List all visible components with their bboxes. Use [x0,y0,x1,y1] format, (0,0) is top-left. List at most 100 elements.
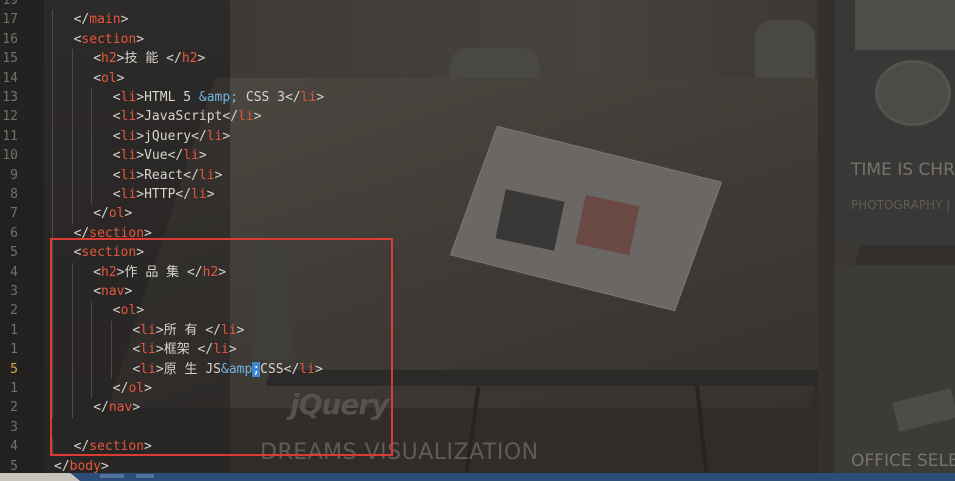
code-text[interactable]: </main> [74,10,129,29]
indent-guide [71,49,73,69]
indent-guide [52,10,53,30]
code-token: < [112,148,121,164]
code-token: > [222,128,231,144]
code-text[interactable]: <li>Vue</li> [113,146,207,165]
code-token: > [136,187,145,202]
code-text[interactable]: <h2>技 能 </h2> [93,49,205,68]
code-token: > [124,206,133,222]
code-token: > [136,109,145,125]
code-token: > [136,90,145,105]
html-tag-name: li [120,109,137,125]
html-tag-name: li [183,148,199,164]
indent-guide [91,165,93,185]
code-text[interactable]: <li>jQuery</li> [113,127,230,146]
code-text[interactable]: </ol> [93,204,132,223]
code-token: < [112,109,121,125]
code-token: < [93,70,102,86]
code-token: HTML 5 [144,90,199,105]
code-token: JavaScript [144,109,223,125]
indent-guide [52,165,53,185]
code-token: > [136,128,145,144]
code-line[interactable]: 12 <li>JavaScript</li> [0,107,400,127]
code-line[interactable]: 13 <li>HTML 5 &amp; CSS 3</li> [0,88,400,108]
html-tag-name: section [81,31,137,47]
line-number: 11 [2,128,18,144]
indent-guide [71,185,73,205]
code-line[interactable]: 8 <li>HTTP</li> [0,185,400,205]
line-number: 5 [10,245,18,261]
indent-guide [71,126,73,147]
mode-indicator [0,473,80,481]
code-token: > [116,51,125,67]
line-number: 9 [10,167,18,183]
portfolio-tile[interactable]: TIME IS CHRO PHOTOGRAPHY | [835,0,955,245]
indent-guide [52,185,53,205]
code-line[interactable]: 17 </main> [0,10,400,30]
code-token: CSS 3 [238,90,286,105]
line-number: 19 [2,0,18,8]
line-number: 5 [10,361,18,377]
line-number: 16 [2,31,18,47]
code-token: > [136,148,145,164]
line-number: 13 [2,90,18,105]
html-tag-name: li [120,167,137,183]
portfolio-tile[interactable]: OFFICE SELEC [835,265,955,481]
indent-guide [71,88,73,108]
tile-category: PHOTOGRAPHY | [851,198,951,212]
code-line[interactable]: 11 <li>jQuery</li> [0,126,400,147]
code-text[interactable]: <li>JavaScript</li> [113,107,262,126]
code-token: > [316,90,325,105]
html-tag-name: li [120,128,137,144]
code-line[interactable]: 9 <li>React</li> [0,165,400,185]
indent-guide [52,204,53,224]
line-number: 6 [10,225,18,241]
indent-guide [71,165,73,185]
chair-image [755,20,815,80]
line-number: 4 [10,439,18,455]
code-token: > [253,109,262,125]
code-text[interactable]: <section> [74,30,144,49]
code-token: </ [54,458,70,474]
code-token: </ [93,206,109,222]
code-token: </ [191,128,207,144]
line-number: 1 [10,381,18,396]
tile-image [892,388,955,432]
line-number: 1 [10,322,18,338]
html-tag-name: li [238,109,254,125]
indent-guide [52,88,53,108]
code-line[interactable]: 14 <ol> [0,68,400,88]
code-text[interactable]: <li>HTML 5 &amp; CSS 3</li> [113,88,324,107]
code-token: </ [167,148,184,164]
code-line[interactable]: 15 <h2>技 能 </h2> [0,49,400,69]
code-token: < [112,128,121,144]
code-token: Vue [144,148,168,164]
tile-gap [818,0,835,481]
indent-guide [52,49,53,69]
line-number: 2 [10,303,18,319]
code-text[interactable]: <li>React</li> [113,166,223,185]
code-line[interactable]: 19 [0,0,400,10]
code-text[interactable]: <ol> [93,69,124,88]
line-number: 3 [10,284,18,299]
indent-guide [52,68,53,88]
device-image [855,0,955,50]
code-line[interactable]: 10 <li>Vue</li> [0,146,400,166]
line-number: 2 [10,400,18,416]
html-tag-name: li [300,90,317,105]
indent-guide [71,204,73,224]
code-token: </ [175,187,192,202]
annotation-highlight-box [50,238,393,456]
code-token: </ [73,12,90,28]
code-line[interactable]: 7 </ol> [0,204,400,224]
line-number: 12 [2,109,18,125]
code-token: < [112,187,121,202]
indent-guide [52,29,53,50]
indent-guide [71,107,73,127]
code-text[interactable]: <li>HTTP</li> [113,185,215,204]
code-token: < [112,90,121,105]
code-token: > [197,51,206,67]
code-token: > [116,70,125,86]
html-tag-name: li [206,128,223,144]
line-number: 3 [10,419,18,435]
code-line[interactable]: 16 <section> [0,29,400,50]
